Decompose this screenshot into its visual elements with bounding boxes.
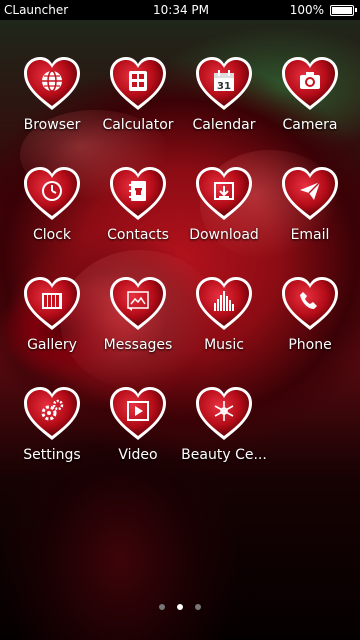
app-label: Music	[204, 337, 244, 353]
heart-icon	[280, 166, 340, 222]
app-video[interactable]: Video	[95, 386, 181, 496]
heart-icon: 31	[194, 56, 254, 112]
phone-icon	[298, 289, 322, 313]
status-time: 10:34 PM	[153, 3, 209, 17]
contacts-icon	[126, 179, 150, 203]
app-contacts[interactable]: Contacts	[95, 166, 181, 276]
app-gallery[interactable]: Gallery	[9, 276, 95, 386]
app-label: Contacts	[107, 227, 169, 243]
email-icon	[298, 179, 322, 203]
globe-icon	[40, 69, 64, 93]
app-label: Phone	[288, 337, 332, 353]
status-app-name: CLauncher	[4, 3, 69, 17]
heart-icon	[194, 166, 254, 222]
heart-icon	[108, 166, 168, 222]
heart-icon	[108, 386, 168, 442]
app-download[interactable]: Download	[181, 166, 267, 276]
app-beauty-ce[interactable]: Beauty Ce...	[181, 386, 267, 496]
download-icon	[212, 179, 236, 203]
app-label: Beauty Ce...	[181, 447, 267, 463]
heart-icon	[108, 276, 168, 332]
app-grid: Browser Calculator 31 Calendar Camera Clock Co…	[9, 56, 353, 496]
messages-icon	[126, 289, 150, 313]
app-settings[interactable]: Settings	[9, 386, 95, 496]
heart-icon	[280, 276, 340, 332]
status-bar: CLauncher 10:34 PM 100%	[0, 0, 360, 20]
app-music[interactable]: Music	[181, 276, 267, 386]
music-icon	[212, 289, 236, 313]
app-label: Email	[290, 227, 330, 243]
app-clock[interactable]: Clock	[9, 166, 95, 276]
settings-icon	[40, 399, 64, 423]
svg-text:31: 31	[217, 81, 231, 92]
app-label: Video	[118, 447, 158, 463]
app-label: Calculator	[102, 117, 174, 133]
battery-percent: 100%	[289, 3, 324, 17]
gallery-icon	[40, 289, 64, 313]
heart-icon	[194, 386, 254, 442]
app-label: Settings	[23, 447, 81, 463]
page-dot[interactable]	[159, 604, 165, 610]
app-calculator[interactable]: Calculator	[95, 56, 181, 166]
heart-icon	[280, 56, 340, 112]
snowflake-icon	[212, 399, 236, 423]
heart-icon	[22, 276, 82, 332]
app-camera[interactable]: Camera	[267, 56, 353, 166]
heart-icon	[22, 386, 82, 442]
app-phone[interactable]: Phone	[267, 276, 353, 386]
page-dot[interactable]	[195, 604, 201, 610]
camera-icon	[298, 69, 322, 93]
page-dot[interactable]	[177, 604, 183, 610]
status-battery-group: 100%	[289, 3, 357, 17]
battery-level	[332, 6, 352, 14]
app-label: Download	[189, 227, 259, 243]
app-browser[interactable]: Browser	[9, 56, 95, 166]
heart-icon	[22, 166, 82, 222]
app-label: Camera	[282, 117, 338, 133]
app-label: Messages	[103, 337, 173, 353]
battery-icon	[330, 4, 357, 16]
app-calendar[interactable]: 31 Calendar	[181, 56, 267, 166]
heart-icon	[22, 56, 82, 112]
calculator-icon	[126, 69, 150, 93]
app-label: Calendar	[192, 117, 256, 133]
app-label: Browser	[23, 117, 81, 133]
video-icon	[126, 399, 150, 423]
app-label: Gallery	[27, 337, 77, 353]
heart-icon	[194, 276, 254, 332]
app-email[interactable]: Email	[267, 166, 353, 276]
page-indicator	[0, 604, 360, 610]
app-label: Clock	[32, 227, 72, 243]
app-messages[interactable]: Messages	[95, 276, 181, 386]
heart-icon	[108, 56, 168, 112]
calendar-icon: 31	[212, 69, 236, 93]
clock-icon	[40, 179, 64, 203]
